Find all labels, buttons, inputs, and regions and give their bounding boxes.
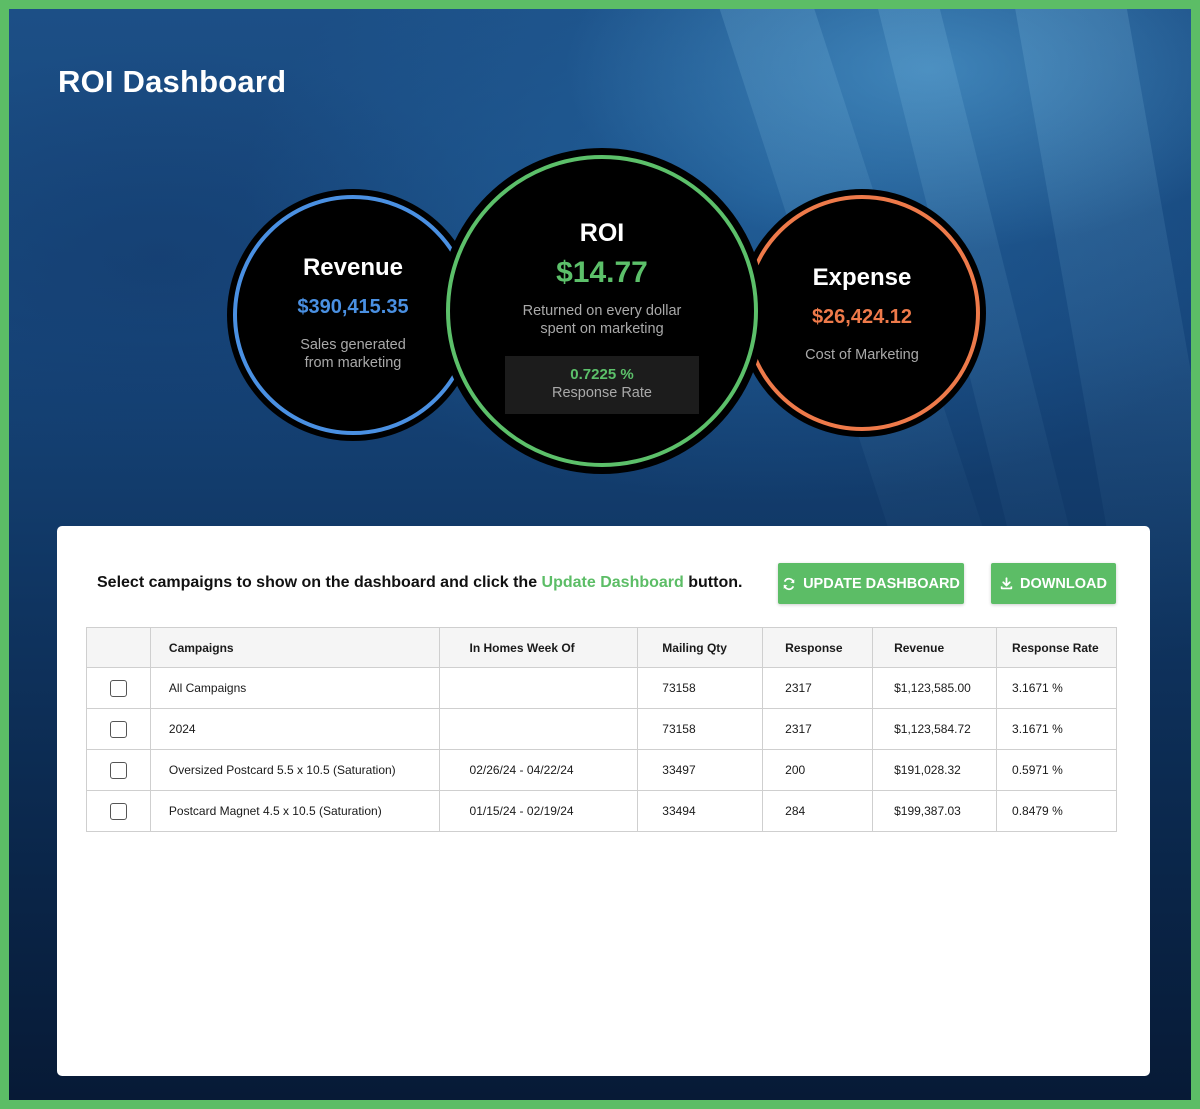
column-header-response[interactable]: Response — [762, 627, 874, 668]
revenue-description-line: from marketing — [304, 355, 402, 371]
revenue-value: $390,415.35 — [297, 296, 409, 318]
table-header-row: Campaigns In Homes Week Of Mailing Qty R… — [86, 627, 1117, 668]
roi-circle: ROI $14.77 Returned on every dollar spen… — [446, 155, 758, 467]
row-select-cell — [86, 749, 151, 791]
mailing-qty: 33494 — [637, 790, 764, 832]
response-count: 200 — [762, 749, 874, 791]
expense-title: Expense — [812, 264, 912, 291]
roi-description: Returned on every dollar spent on market… — [450, 302, 754, 338]
campaign-name: 2024 — [149, 708, 440, 750]
response-count: 284 — [762, 790, 874, 832]
instruction-prefix: Select campaigns to show on the dashboar… — [97, 574, 542, 591]
row-checkbox[interactable] — [109, 761, 127, 779]
in-homes-week — [438, 708, 639, 750]
mailing-qty: 73158 — [637, 708, 764, 750]
in-homes-week: 01/15/24 - 02/19/24 — [438, 790, 639, 832]
expense-description: Cost of Marketing — [805, 347, 919, 363]
campaign-name: Oversized Postcard 5.5 x 10.5 (Saturatio… — [149, 749, 440, 791]
dashboard-background: ROI Dashboard Revenue $390,415.35 Sales … — [9, 9, 1191, 1100]
response-rate-label: Response Rate — [552, 385, 652, 401]
row-select-cell — [86, 708, 151, 750]
roi-title: ROI — [579, 219, 625, 247]
revenue-description-line: Sales generated — [300, 337, 406, 353]
roi-description-line: spent on marketing — [540, 321, 664, 337]
row-checkbox[interactable] — [109, 679, 127, 697]
campaign-name: All Campaigns — [149, 667, 440, 709]
expense-circle: Expense $26,424.12 Cost of Marketing — [744, 195, 980, 431]
column-header-mailing-qty[interactable]: Mailing Qty — [637, 627, 764, 668]
column-header-in-homes[interactable]: In Homes Week Of — [438, 627, 639, 668]
mailing-qty: 73158 — [637, 667, 764, 709]
download-button[interactable]: DOWNLOAD — [991, 563, 1116, 604]
instruction-suffix: button. — [683, 574, 743, 591]
column-header-select — [86, 627, 151, 668]
table-row[interactable]: All Campaigns 73158 2317 $1,123,585.00 3… — [86, 667, 1117, 709]
column-header-response-rate[interactable]: Response Rate — [996, 627, 1117, 668]
campaign-response-rate: 0.5971 % — [996, 749, 1117, 791]
update-dashboard-label: UPDATE DASHBOARD — [803, 575, 960, 592]
instruction-text: Select campaigns to show on the dashboar… — [97, 574, 742, 592]
column-header-campaigns[interactable]: Campaigns — [149, 627, 440, 668]
mailing-qty: 33497 — [637, 749, 764, 791]
campaign-response-rate: 0.8479 % — [996, 790, 1117, 832]
row-select-cell — [86, 790, 151, 832]
table-row[interactable]: Oversized Postcard 5.5 x 10.5 (Saturatio… — [86, 749, 1117, 791]
revenue-description: Sales generated from marketing — [237, 336, 469, 372]
campaign-response-rate: 3.1671 % — [996, 667, 1117, 709]
campaign-revenue: $191,028.32 — [872, 749, 998, 791]
table-row[interactable]: 2024 73158 2317 $1,123,584.72 3.1671 % — [86, 708, 1117, 750]
revenue-circle: Revenue $390,415.35 Sales generated from… — [233, 195, 473, 435]
campaign-response-rate: 3.1671 % — [996, 708, 1117, 750]
campaign-revenue: $1,123,585.00 — [872, 667, 998, 709]
refresh-icon — [782, 577, 796, 591]
row-checkbox[interactable] — [109, 720, 127, 738]
campaign-revenue: $1,123,584.72 — [872, 708, 998, 750]
roi-value: $14.77 — [556, 256, 648, 289]
campaigns-table: Campaigns In Homes Week Of Mailing Qty R… — [86, 627, 1117, 832]
revenue-title: Revenue — [302, 254, 404, 281]
in-homes-week: 02/26/24 - 04/22/24 — [438, 749, 639, 791]
page-title: ROI Dashboard — [58, 64, 287, 99]
column-header-revenue[interactable]: Revenue — [872, 627, 998, 668]
campaign-name: Postcard Magnet 4.5 x 10.5 (Saturation) — [149, 790, 440, 832]
expense-value: $26,424.12 — [811, 306, 913, 328]
download-icon — [1000, 577, 1013, 590]
update-dashboard-link-text: Update Dashboard — [541, 574, 684, 591]
table-row[interactable]: Postcard Magnet 4.5 x 10.5 (Saturation) … — [86, 790, 1117, 832]
campaigns-panel: Select campaigns to show on the dashboar… — [57, 526, 1150, 1076]
in-homes-week — [438, 667, 639, 709]
response-rate-box: 0.7225 % Response Rate — [505, 356, 699, 414]
response-count: 2317 — [762, 708, 874, 750]
response-count: 2317 — [762, 667, 874, 709]
campaign-revenue: $199,387.03 — [872, 790, 998, 832]
roi-description-line: Returned on every dollar — [522, 303, 682, 319]
response-rate-value: 0.7225 % — [570, 366, 634, 383]
row-checkbox[interactable] — [109, 802, 127, 820]
download-label: DOWNLOAD — [1020, 575, 1107, 592]
update-dashboard-button[interactable]: UPDATE DASHBOARD — [778, 563, 964, 604]
row-select-cell — [86, 667, 151, 709]
